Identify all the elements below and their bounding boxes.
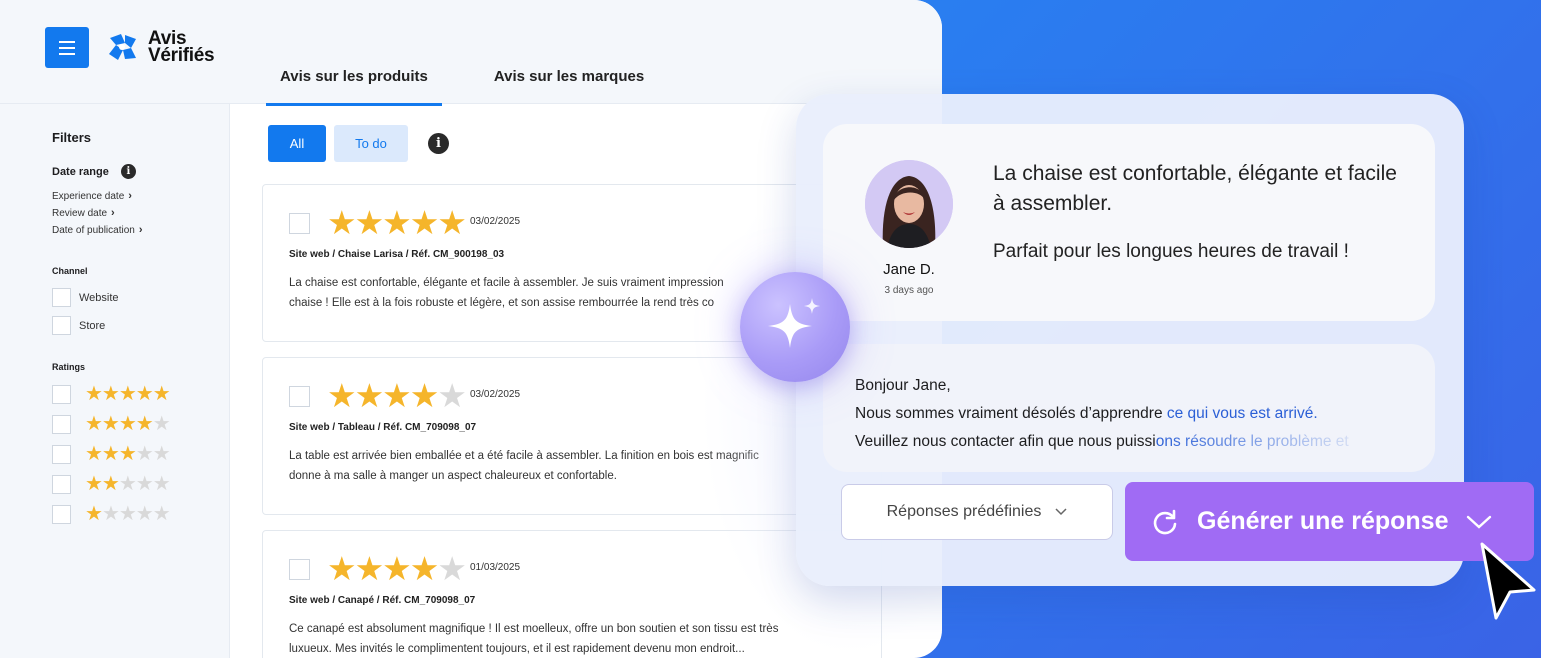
chevron-right-icon: › (111, 207, 115, 219)
menu-line-icon (59, 52, 75, 55)
star-rating-icon: ★★★★★ (85, 383, 171, 405)
review-author: Jane D. (883, 261, 935, 278)
info-icon[interactable]: i (428, 133, 449, 154)
channel-store-label: Store (79, 319, 106, 332)
refresh-icon (1153, 509, 1177, 534)
brand-logo[interactable]: Avis Vérifiés (106, 29, 215, 66)
filter-todo-button[interactable]: To do (334, 125, 408, 162)
rating-filter-3[interactable]: ★★★★★ (52, 443, 171, 465)
review-date: 03/02/2025 (470, 216, 521, 227)
reply-line-highlight: ce qui vous est arrivé. (1166, 405, 1318, 422)
publication-date-link[interactable]: Date of publication › (52, 222, 143, 239)
generate-reply-label: Générer une réponse (1197, 507, 1449, 535)
tab-brand-reviews[interactable]: Avis sur les marques (480, 58, 658, 106)
review-date: 03/02/2025 (470, 389, 521, 400)
rating-4-checkbox[interactable] (52, 414, 71, 434)
reply-line: Nous sommes vraiment désolés d’apprendre… (855, 400, 1349, 428)
channel-website-option[interactable]: Website (52, 288, 119, 307)
rating-filter-5[interactable]: ★★★★★ (52, 383, 171, 405)
reply-greeting: Bonjour Jane, (855, 377, 951, 394)
review-select-checkbox[interactable] (289, 559, 310, 580)
avis-verifies-logo-icon (109, 34, 136, 60)
review-type-tabs: Avis sur les produits Avis sur les marqu… (266, 58, 658, 106)
date-range-header: Date range i (52, 164, 136, 179)
menu-line-icon (59, 40, 75, 43)
review-product-meta: Site web / Canapé / Réf. CM_709098_07 (289, 595, 476, 606)
star-rating-icon: ★★★★★ (327, 377, 467, 414)
ratings-label: Ratings (52, 362, 86, 372)
sparkle-icon (768, 298, 820, 348)
review-date-link[interactable]: Review date › (52, 205, 143, 222)
rating-filter-2[interactable]: ★★★★★ (52, 473, 171, 495)
review-product-meta: Site web / Chaise Larisa / Réf. CM_90019… (289, 249, 505, 260)
review-quote: La chaise est confortable, élégante et f… (993, 162, 1397, 215)
tab-product-reviews[interactable]: Avis sur les produits (266, 58, 442, 106)
publication-date-label: Date of publication (52, 225, 135, 236)
star-rating-icon: ★★★★★ (327, 204, 467, 241)
review-age: 3 days ago (884, 285, 934, 296)
logo-line-2: Vérifiés (148, 45, 215, 66)
reply-line-text: Veuillez nous contacter afin que nous pu… (855, 433, 1156, 450)
star-rating-icon: ★★★★★ (85, 413, 171, 435)
channel-label: Channel (52, 266, 88, 276)
rating-3-checkbox[interactable] (52, 444, 71, 464)
generated-reply-text[interactable]: Bonjour Jane, Nous sommes vraiment désol… (855, 372, 1349, 456)
review-product-meta: Site web / Tableau / Réf. CM_709098_07 (289, 422, 477, 433)
channel-store-checkbox[interactable] (52, 316, 71, 335)
review-select-checkbox[interactable] (289, 386, 310, 407)
experience-date-link[interactable]: Experience date › (52, 188, 143, 205)
reply-line: Veuillez nous contacter afin que nous pu… (855, 428, 1349, 456)
star-rating-icon: ★★★★★ (85, 503, 171, 525)
review-select-checkbox[interactable] (289, 213, 310, 234)
review-date-label: Review date (52, 208, 108, 219)
star-rating-icon: ★★★★★ (327, 550, 467, 587)
menu-line-icon (59, 46, 75, 49)
filter-all-button[interactable]: All (268, 125, 326, 162)
channel-store-option[interactable]: Store (52, 316, 105, 335)
rating-filter-1[interactable]: ★★★★★ (52, 503, 171, 525)
reply-line-text: Nous sommes vraiment désolés d’apprendre (855, 405, 1167, 422)
channel-website-checkbox[interactable] (52, 288, 71, 307)
mouse-cursor-icon (1480, 542, 1536, 620)
review-quote-secondary: Parfait pour les longues heures de trava… (993, 241, 1349, 262)
date-range-label: Date range (52, 165, 109, 178)
date-filter-links: Experience date › Review date › Date of pu… (52, 188, 143, 239)
hamburger-menu-button[interactable] (45, 27, 89, 68)
filters-sidebar: Filters Date range i Experience date › Re… (0, 104, 230, 658)
chevron-down-icon (1055, 508, 1067, 516)
chevron-down-icon (1467, 515, 1492, 529)
star-rating-icon: ★★★★★ (85, 473, 171, 495)
filters-title: Filters (52, 130, 92, 145)
reply-line-fading: ons résoudre le problème et (1155, 433, 1349, 450)
chevron-right-icon: › (138, 224, 143, 236)
user-portrait-icon (865, 160, 953, 248)
ai-sparkle-button[interactable] (740, 272, 850, 382)
avatar (865, 160, 953, 248)
experience-date-label: Experience date (52, 191, 125, 202)
channel-website-label: Website (79, 291, 119, 304)
rating-filter-4[interactable]: ★★★★★ (52, 413, 171, 435)
top-bar: Avis Vérifiés Avis sur les produits Avis… (0, 0, 942, 106)
info-icon[interactable]: i (120, 164, 136, 179)
chevron-right-icon: › (128, 190, 132, 202)
rating-1-checkbox[interactable] (52, 504, 71, 524)
review-date: 01/03/2025 (470, 562, 521, 573)
star-rating-icon: ★★★★★ (85, 443, 171, 465)
predefined-replies-dropdown[interactable]: Réponses prédéfinies (841, 484, 1113, 540)
predefined-replies-label: Réponses prédéfinies (886, 503, 1042, 520)
rating-5-checkbox[interactable] (52, 384, 71, 404)
rating-2-checkbox[interactable] (52, 474, 71, 494)
logo-wordmark: Avis Vérifiés (148, 29, 215, 66)
generate-reply-button[interactable]: Générer une réponse (1125, 482, 1534, 561)
status-filter-bar: All To do i (268, 125, 449, 162)
